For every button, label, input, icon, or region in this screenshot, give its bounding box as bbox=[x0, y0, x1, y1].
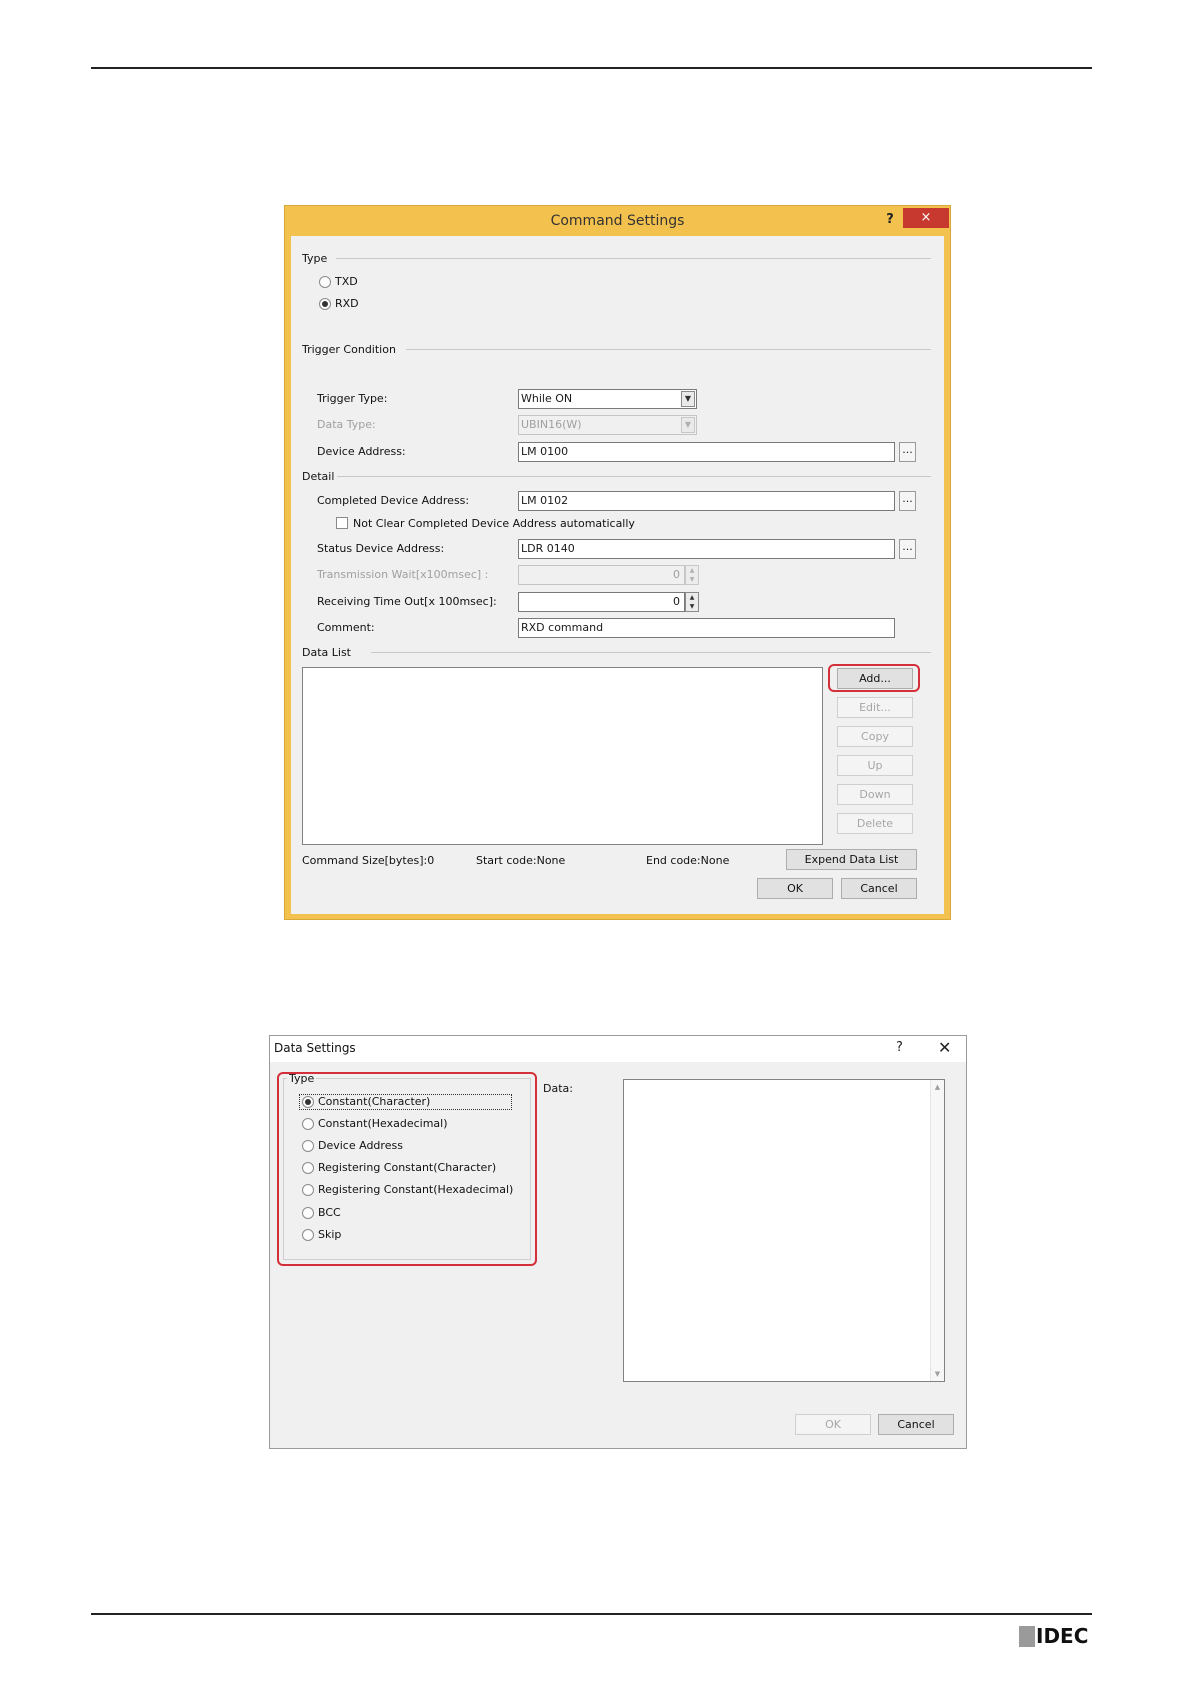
data-list[interactable] bbox=[302, 667, 823, 845]
end-code-text: End code:None bbox=[646, 854, 730, 867]
browse-status-address-button[interactable]: ... bbox=[899, 539, 916, 559]
delete-button[interactable]: Delete bbox=[837, 813, 913, 834]
registering-hex-radio[interactable] bbox=[302, 1184, 314, 1196]
close-button[interactable]: × bbox=[903, 208, 949, 228]
command-settings-dialog: Command Settings ? × Type TXD RXD Trigge… bbox=[284, 205, 951, 920]
dialog-title: Data Settings bbox=[274, 1041, 356, 1055]
detail-group-label: Detail bbox=[302, 470, 335, 483]
down-button[interactable]: Down bbox=[837, 784, 913, 805]
not-clear-label: Not Clear Completed Device Address autom… bbox=[353, 517, 635, 530]
dialog-title: Command Settings bbox=[550, 213, 685, 229]
constant-hex-label: Constant(Hexadecimal) bbox=[318, 1117, 448, 1130]
help-button[interactable]: ? bbox=[881, 211, 899, 229]
chevron-down-icon[interactable]: ▼ bbox=[681, 391, 695, 407]
device-address-label: Device Address: bbox=[317, 445, 406, 458]
device-address-radio[interactable] bbox=[302, 1140, 314, 1152]
txd-radio[interactable] bbox=[319, 276, 331, 288]
constant-hex-radio[interactable] bbox=[302, 1118, 314, 1130]
cancel-button[interactable]: Cancel bbox=[878, 1414, 954, 1435]
header-rule bbox=[91, 67, 1092, 69]
scroll-down-icon[interactable]: ▼ bbox=[931, 1367, 944, 1381]
registering-character-radio[interactable] bbox=[302, 1162, 314, 1174]
receiving-spinner[interactable]: ▲ ▼ bbox=[685, 592, 699, 612]
help-button[interactable]: ? bbox=[896, 1040, 903, 1055]
trigger-type-label: Trigger Type: bbox=[317, 392, 388, 405]
trigger-type-select[interactable]: While ON bbox=[518, 389, 697, 409]
receiving-timeout-input[interactable]: 0 bbox=[518, 592, 685, 612]
rxd-label: RXD bbox=[335, 297, 359, 310]
idec-logo: IDEC bbox=[1019, 1624, 1093, 1649]
type-group-label: Type bbox=[302, 252, 328, 265]
bcc-label: BCC bbox=[318, 1206, 341, 1219]
completed-address-label: Completed Device Address: bbox=[317, 494, 470, 507]
divider bbox=[336, 258, 931, 259]
not-clear-checkbox[interactable] bbox=[336, 517, 348, 529]
receiving-timeout-label: Receiving Time Out[x 100msec]: bbox=[317, 595, 497, 608]
expend-data-list-button[interactable]: Expend Data List bbox=[786, 849, 917, 870]
cancel-button[interactable]: Cancel bbox=[841, 878, 917, 899]
comment-label: Comment: bbox=[317, 621, 375, 634]
txd-label: TXD bbox=[335, 275, 358, 288]
data-type-label: Data Type: bbox=[317, 418, 376, 431]
data-textarea[interactable]: ▲ ▼ bbox=[623, 1079, 945, 1382]
constant-character-radio[interactable] bbox=[302, 1096, 314, 1108]
divider bbox=[337, 476, 931, 477]
command-size-text: Command Size[bytes]:0 bbox=[302, 854, 435, 867]
dialog-body: Type TXD RXD Trigger Condition Trigger T… bbox=[291, 236, 944, 914]
ok-button[interactable]: OK bbox=[757, 878, 833, 899]
completed-address-input[interactable]: LM 0102 bbox=[518, 491, 895, 511]
add-button[interactable]: Add... bbox=[837, 668, 913, 689]
constant-character-label: Constant(Character) bbox=[318, 1095, 431, 1108]
skip-radio[interactable] bbox=[302, 1229, 314, 1241]
up-button[interactable]: Up bbox=[837, 755, 913, 776]
device-address-label: Device Address bbox=[318, 1139, 403, 1152]
scroll-up-icon[interactable]: ▲ bbox=[931, 1080, 944, 1094]
browse-device-address-button[interactable]: ... bbox=[899, 442, 916, 462]
start-code-text: Start code:None bbox=[476, 854, 566, 867]
registering-character-label: Registering Constant(Character) bbox=[318, 1161, 497, 1174]
logo-mark bbox=[1019, 1626, 1035, 1647]
copy-button[interactable]: Copy bbox=[837, 726, 913, 747]
data-type-select[interactable]: UBIN16(W) bbox=[518, 415, 697, 435]
bcc-radio[interactable] bbox=[302, 1207, 314, 1219]
ok-button[interactable]: OK bbox=[795, 1414, 871, 1435]
transmission-spinner[interactable]: ▲ ▼ bbox=[685, 565, 699, 585]
browse-completed-address-button[interactable]: ... bbox=[899, 491, 916, 511]
close-button[interactable]: ✕ bbox=[938, 1038, 951, 1057]
transmission-wait-label: Transmission Wait[x100msec] : bbox=[317, 568, 489, 581]
device-address-input[interactable]: LM 0100 bbox=[518, 442, 895, 462]
logo-text: IDEC bbox=[1036, 1624, 1089, 1648]
status-address-label: Status Device Address: bbox=[317, 542, 445, 555]
registering-hex-label: Registering Constant(Hexadecimal) bbox=[318, 1183, 514, 1196]
data-list-group-label: Data List bbox=[302, 646, 351, 659]
footer-rule bbox=[91, 1613, 1092, 1615]
status-address-input[interactable]: LDR 0140 bbox=[518, 539, 895, 559]
title-bar: Data Settings ? ✕ bbox=[270, 1036, 966, 1062]
chevron-down-icon: ▼ bbox=[681, 417, 695, 433]
data-settings-dialog: Data Settings ? ✕ Type Constant(Characte… bbox=[269, 1035, 967, 1449]
skip-label: Skip bbox=[318, 1228, 342, 1241]
scrollbar[interactable]: ▲ ▼ bbox=[930, 1080, 944, 1381]
trigger-group-label: Trigger Condition bbox=[302, 343, 396, 356]
divider bbox=[371, 652, 931, 653]
comment-input[interactable]: RXD command bbox=[518, 618, 895, 638]
data-label: Data: bbox=[543, 1082, 573, 1095]
transmission-wait-input[interactable]: 0 bbox=[518, 565, 685, 585]
edit-button[interactable]: Edit... bbox=[837, 697, 913, 718]
rxd-radio[interactable] bbox=[319, 298, 331, 310]
divider bbox=[406, 349, 931, 350]
